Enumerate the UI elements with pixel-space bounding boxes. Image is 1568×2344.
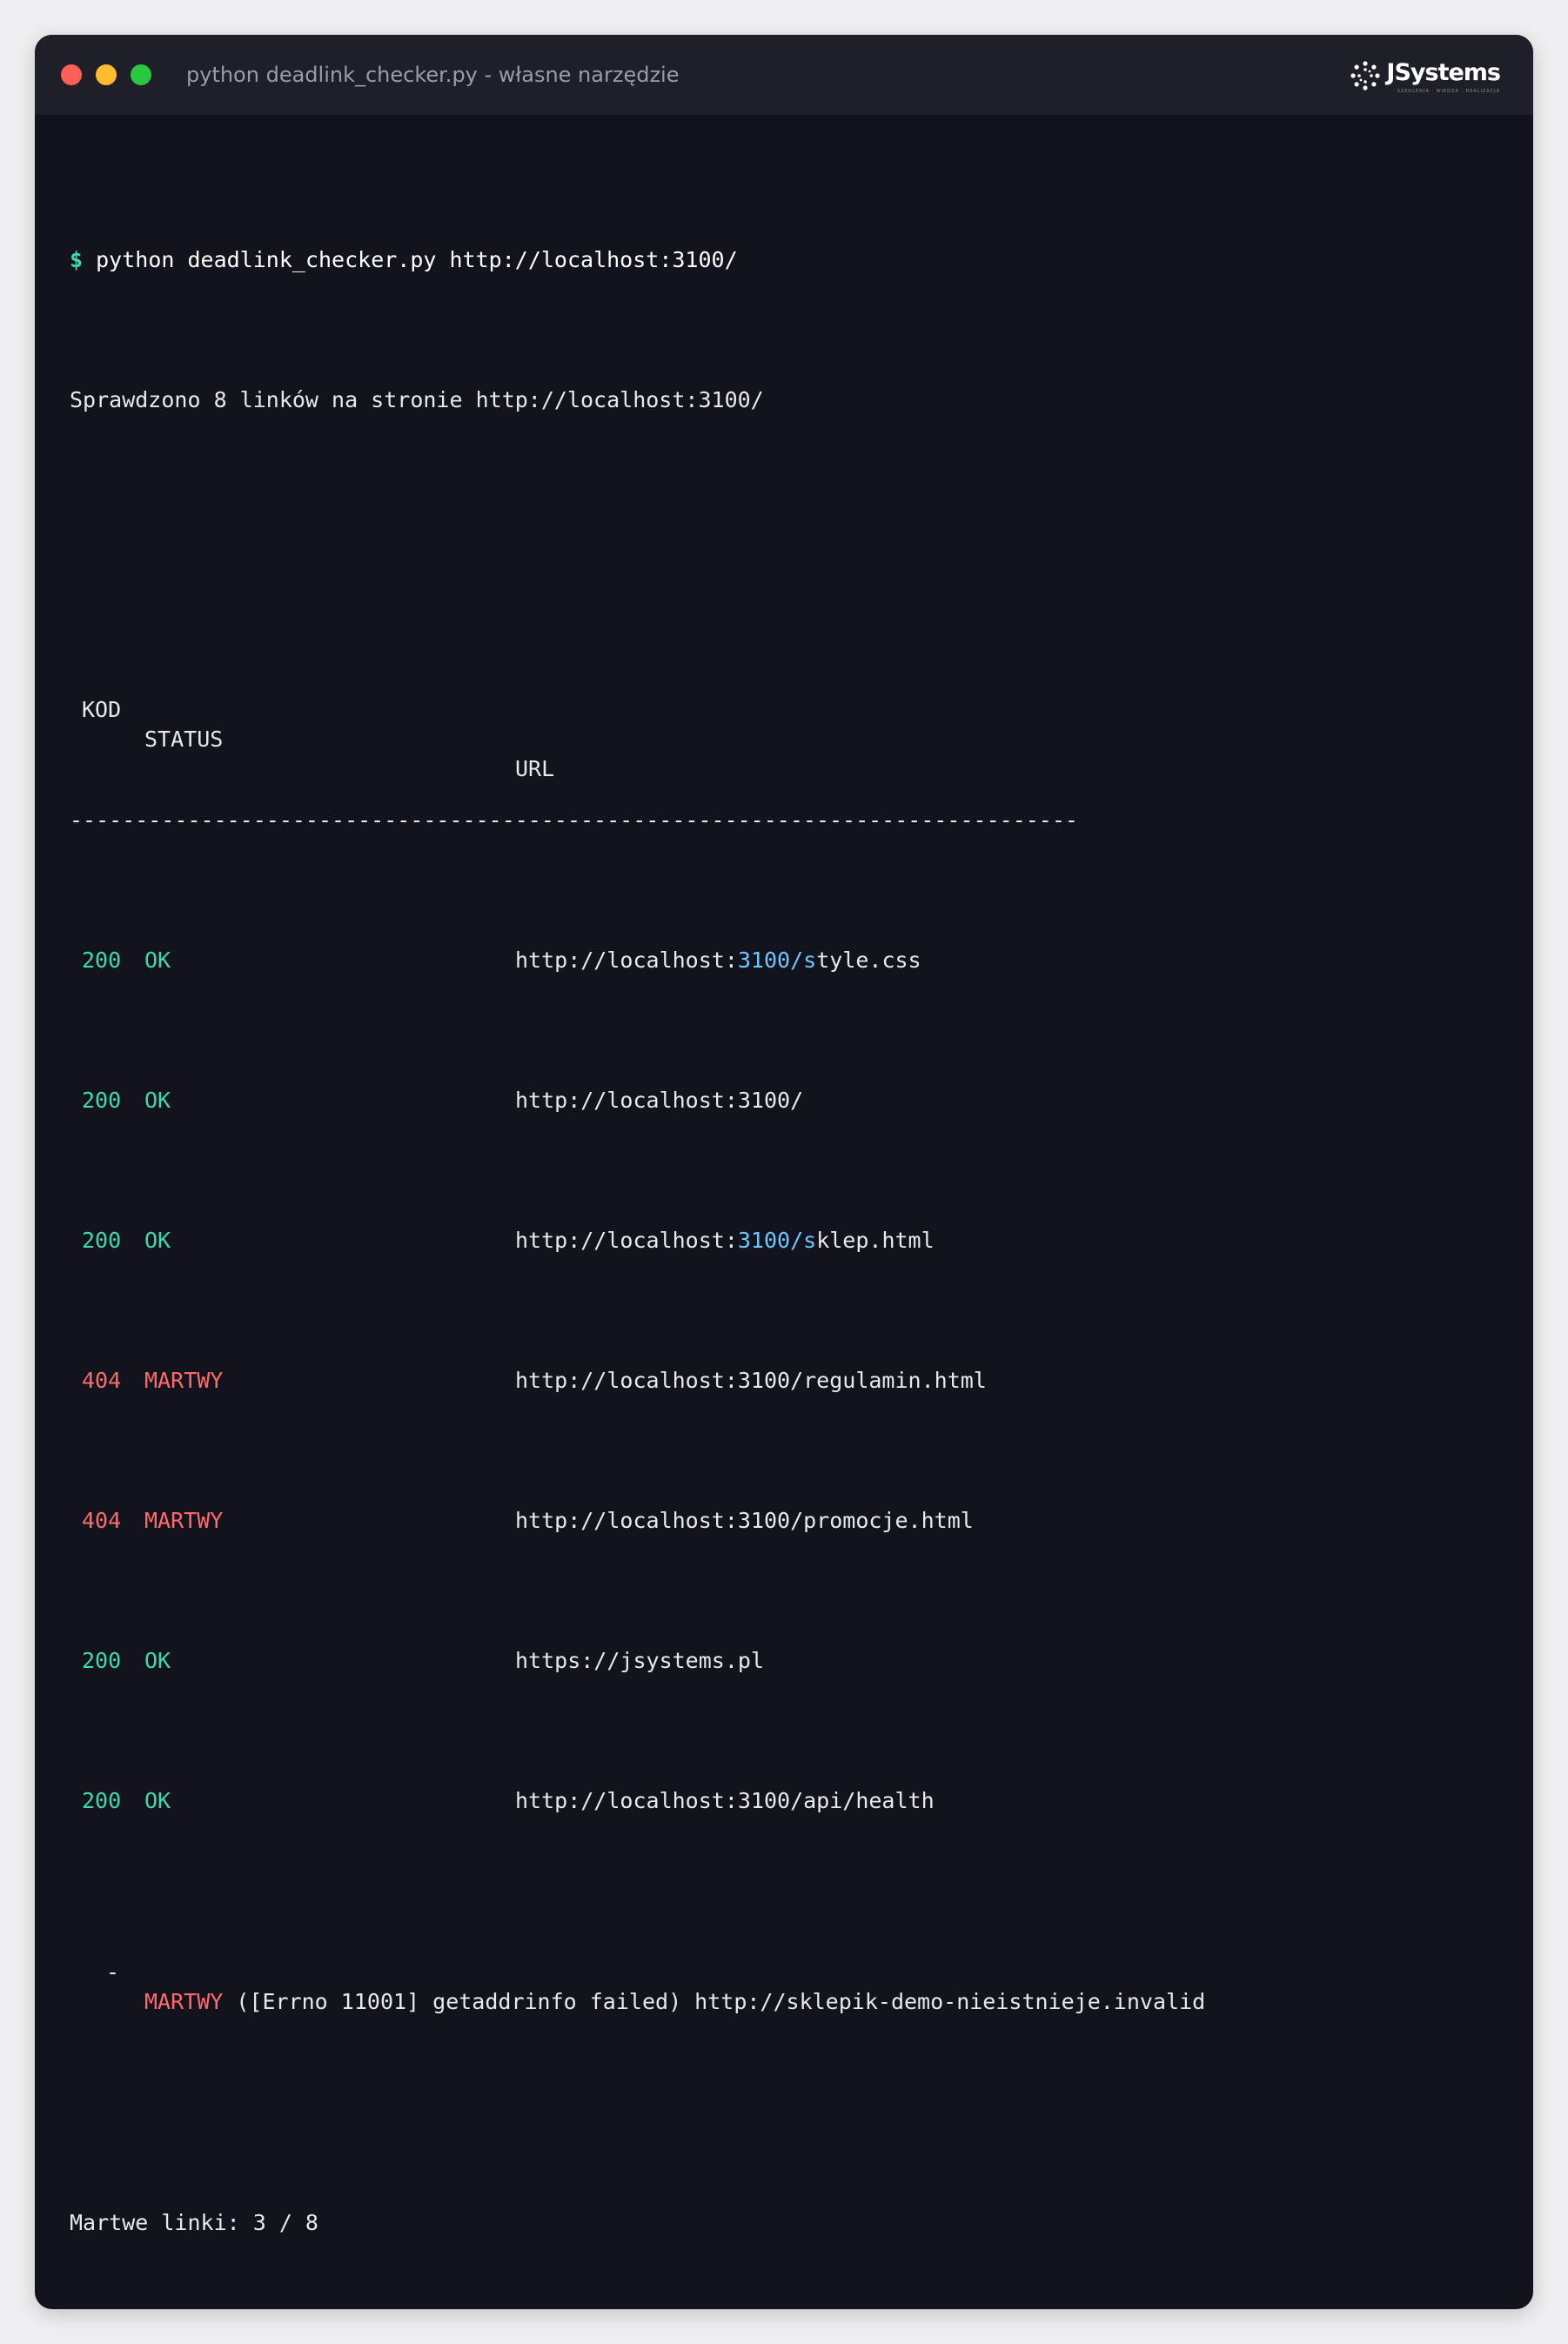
jsystems-logo: JSystems SZKOLENIA · WIEDZA · REALIZACJA — [1350, 56, 1501, 96]
row-url: http://localhost:3100/style.css — [515, 946, 921, 975]
row-url-text: http://localhost:3100/regulamin.html — [515, 1368, 987, 1393]
terminal-output: $ python deadlink_checker.py http://loca… — [70, 115, 1498, 2235]
row-url-highlight: 3100/s — [737, 948, 817, 973]
header-status: STATUS — [144, 727, 224, 752]
header-code: KOD — [82, 697, 122, 722]
close-window-button[interactable] — [61, 64, 82, 85]
table-separator: ----------------------------------------… — [70, 807, 1078, 833]
error-content: MARTWY ([Errno 11001] getaddrinfo failed… — [144, 1987, 1205, 2017]
row-url: https://jsystems.pl — [515, 1646, 764, 1676]
error-status: MARTWY — [144, 1989, 224, 2014]
terminal-window: python deadlink_checker.py - własne narz… — [35, 35, 1533, 2309]
row-code: 404 — [82, 1368, 122, 1393]
row-url: http://localhost:3100/sklep.html — [515, 1226, 935, 1256]
row-code: 200 — [82, 948, 122, 973]
summary-line: Sprawdzono 8 linków na stronie http://lo… — [70, 387, 764, 412]
row-code: 200 — [82, 1648, 122, 1673]
row-url-text: http://localhost: — [515, 1228, 738, 1253]
row-code: 200 — [82, 1228, 122, 1253]
error-dash: - — [106, 1959, 120, 1985]
error-message: ([Errno 11001] getaddrinfo failed) http:… — [236, 1989, 1206, 2014]
logo-gear-icon — [1350, 61, 1381, 90]
row-url-text: https://jsystems.pl — [515, 1648, 764, 1673]
table-header: KOD STATUS URL — [70, 666, 1288, 781]
row-url-rest: tyle.css — [816, 948, 921, 973]
row-status: OK — [144, 1088, 171, 1113]
table-row: 200 OK http://localhost:3100/ — [70, 1086, 1288, 1115]
row-url-rest: klep.html — [816, 1228, 935, 1253]
row-status: OK — [144, 1788, 171, 1813]
row-code: 200 — [82, 1088, 122, 1113]
window-title: python deadlink_checker.py - własne narz… — [186, 63, 680, 87]
logo-text: JSystems — [1386, 58, 1501, 86]
table-row: 200 OK http://localhost:3100/api/health — [70, 1786, 1288, 1816]
title-bar: python deadlink_checker.py - własne narz… — [35, 35, 1533, 115]
row-url-text: http://localhost:3100/api/health — [515, 1788, 935, 1813]
minimize-window-button[interactable] — [96, 64, 117, 85]
table-row: 404 MARTWY http://localhost:3100/promocje.… — [70, 1506, 1288, 1536]
footer-line: Martwe linki: 3 / 8 — [70, 2210, 318, 2235]
error-row: - MARTWY ([Errno 11001] getaddrinfo fail… — [70, 1928, 1462, 2014]
command-text: python deadlink_checker.py http://localh… — [96, 247, 738, 272]
row-url: http://localhost:3100/api/health — [515, 1786, 935, 1816]
row-status: MARTWY — [144, 1368, 224, 1393]
row-url: http://localhost:3100/regulamin.html — [515, 1366, 987, 1396]
row-status: OK — [144, 1648, 171, 1673]
row-url-text: http://localhost:3100/ — [515, 1088, 804, 1113]
row-url-text: http://localhost: — [515, 948, 738, 973]
row-code: 404 — [82, 1508, 122, 1533]
row-url: http://localhost:3100/ — [515, 1086, 803, 1115]
row-url-highlight: 3100/s — [737, 1228, 817, 1253]
row-code: 200 — [82, 1788, 122, 1813]
table-row: 200 OK http://localhost:3100/sklep.html — [70, 1226, 1288, 1256]
table-row: 404 MARTWY http://localhost:3100/regulamin… — [70, 1366, 1288, 1396]
row-status: OK — [144, 1228, 171, 1253]
command-line: $ python deadlink_checker.py http://loca… — [70, 245, 738, 275]
row-url: http://localhost:3100/promocje.html — [515, 1506, 974, 1536]
maximize-window-button[interactable] — [131, 64, 151, 85]
row-status: OK — [144, 948, 171, 973]
row-url-text: http://localhost:3100/promocje.html — [515, 1508, 974, 1533]
logo-tagline: SZKOLENIA · WIEDZA · REALIZACJA — [1397, 89, 1500, 94]
table-row: 200 OK http://localhost:3100/style.css — [70, 946, 1288, 975]
header-url: URL — [515, 756, 555, 781]
row-status: MARTWY — [144, 1508, 224, 1533]
table-row: 200 OK https://jsystems.pl — [70, 1646, 1288, 1676]
prompt-symbol: $ — [70, 247, 84, 272]
